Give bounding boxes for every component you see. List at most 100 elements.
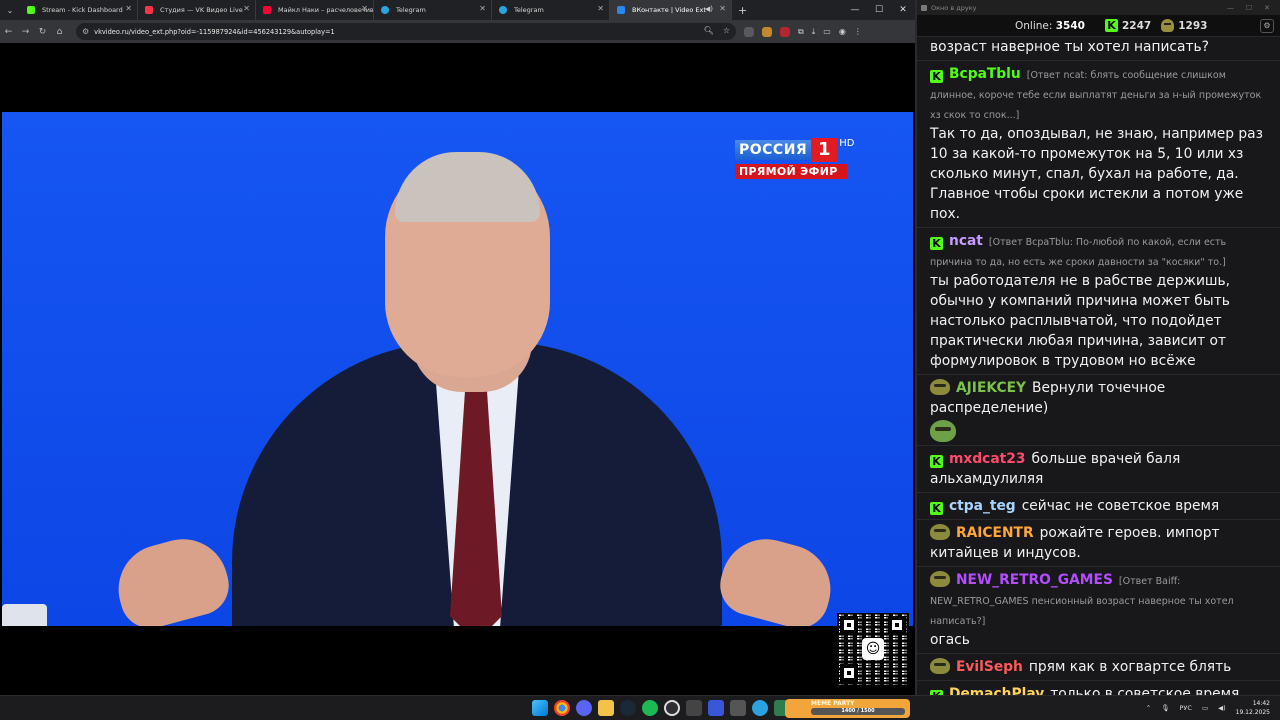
close-window-button[interactable]: ✕	[891, 5, 915, 15]
url-text[interactable]: vkvideo.ru/video_ext.php?oid=-115987924&…	[94, 28, 335, 36]
tab-kick-dashboard[interactable]: Stream - Kick Dashboard ✕	[20, 0, 138, 20]
tray-chevron-icon[interactable]: ⌃	[1146, 704, 1151, 712]
message-username[interactable]: ctpa_teg	[949, 498, 1016, 514]
extension-icon[interactable]	[744, 26, 754, 37]
tab-telegram-1[interactable]: Telegram ✕	[374, 0, 492, 20]
clock[interactable]: 14:42 19.12.2025	[1236, 699, 1270, 717]
start-button-icon[interactable]	[532, 700, 548, 716]
steam-icon[interactable]	[620, 700, 636, 716]
tab-title: Студия — VK Видео Live	[160, 6, 243, 14]
qr-finder	[888, 616, 906, 634]
close-tab-icon[interactable]: ✕	[361, 4, 368, 13]
chat-message: RAICENTR рожайте героев. импорт китайцев …	[917, 520, 1280, 567]
app-icon[interactable]	[708, 700, 724, 716]
close-button[interactable]: ✕	[1264, 4, 1270, 12]
close-tab-icon[interactable]: ✕	[243, 4, 250, 13]
chat-message: EvilSeph прям как в хогвартсе блять	[917, 654, 1280, 681]
app-icon[interactable]	[730, 700, 746, 716]
obs-icon[interactable]	[664, 700, 680, 716]
extension-icon[interactable]	[762, 26, 772, 37]
message-text: прям как в хогвартсе блять	[1028, 659, 1232, 675]
message-username[interactable]: DemachPlay	[949, 686, 1044, 695]
pepe-badge-icon	[930, 379, 950, 395]
video-player[interactable]: РОССИЯ 1 HD ПРЯМОЙ ЭФИР	[2, 112, 913, 626]
qr-finder	[840, 616, 858, 634]
kick-favicon-icon	[27, 6, 35, 14]
speaker-hand-left	[108, 529, 236, 626]
message-username[interactable]: mxdcat23	[949, 451, 1025, 467]
close-tab-icon[interactable]: ✕	[597, 4, 604, 13]
explorer-icon[interactable]	[598, 700, 614, 716]
close-tab-icon[interactable]: ✕	[479, 4, 486, 13]
address-bar[interactable]: ⚙ vkvideo.ru/video_ext.php?oid=-11598792…	[76, 23, 736, 40]
app-icon[interactable]	[686, 700, 702, 716]
close-tab-icon[interactable]: ✕	[125, 4, 132, 13]
sidebar-icon[interactable]: ▭	[823, 27, 831, 37]
toolbar: ← → ↻ ⌂ ⚙ vkvideo.ru/video_ext.php?oid=-…	[0, 20, 915, 43]
maximize-button[interactable]: ☐	[1246, 4, 1252, 12]
tab-telegram-2[interactable]: Telegram ✕	[492, 0, 610, 20]
message-text: Так то да, опоздывал, не знаю, например …	[930, 126, 1263, 222]
tab-vk-video-ext[interactable]: ВКонтакте | Video Ext ◀) ✕	[610, 0, 732, 20]
bookmark-star-icon[interactable]: ☆	[723, 26, 730, 35]
chrome-icon[interactable]	[554, 700, 570, 716]
download-icon[interactable]: ⤓	[812, 27, 816, 37]
chat-message: NEW_RETRO_GAMES [Ответ Baiff: NEW_RETRO_G…	[917, 567, 1280, 654]
tab-search-icon[interactable]: ⌄	[0, 0, 20, 20]
media-widget[interactable]: MEME PARTY 1400 / 1500	[785, 699, 910, 718]
site-info-icon[interactable]: ⚙	[82, 27, 89, 36]
speaker-icon[interactable]: ◀)	[705, 5, 713, 13]
taskbar-apps	[532, 700, 790, 716]
media-title: MEME PARTY	[811, 700, 855, 707]
tab-title: Telegram	[396, 6, 426, 14]
chat-message: AJIEKCEY Вернули точечное распределение)	[917, 375, 1280, 446]
microphone-icon[interactable]: 🎙︎	[1161, 704, 1169, 712]
volume-icon[interactable]: ◀)	[1218, 704, 1226, 712]
message-username[interactable]: ВсраТblu	[949, 66, 1021, 82]
message-username[interactable]: EvilSeph	[956, 659, 1023, 675]
message-username[interactable]: ncat	[949, 233, 983, 249]
tab-title: ВКонтакте | Video Ext	[632, 6, 706, 14]
profile-icon[interactable]: ◉	[839, 27, 846, 37]
hd-label: HD	[839, 138, 855, 149]
extension-icon[interactable]	[780, 26, 790, 37]
maximize-button[interactable]: ☐	[867, 5, 891, 15]
minimize-button[interactable]: —	[1227, 4, 1234, 12]
kick-counter: K 2247	[1104, 19, 1152, 32]
chat-window: Окно в друку — ☐ ✕ Online: 3540 K 2247 1…	[915, 0, 1280, 695]
tab-vk-studio[interactable]: Студия — VK Видео Live ✕	[138, 0, 256, 20]
viewer-stats: Online: 3540 K 2247 1293 ⚙	[917, 15, 1280, 37]
desktop: ⌄ Stream - Kick Dashboard ✕ Студия — VK …	[0, 0, 1280, 720]
reload-icon[interactable]: ↻	[34, 27, 51, 37]
forward-arrow-icon[interactable]: →	[17, 27, 34, 37]
spotify-icon[interactable]	[642, 700, 658, 716]
tab-youtube[interactable]: Майкл Наки – расчеловечивание ✕	[256, 0, 374, 20]
puzzle-extensions-icon[interactable]: ⧉	[798, 27, 804, 37]
taskbar: MEME PARTY 1400 / 1500 ⌃ 🎙︎ РУС ▭ ◀) 14:…	[0, 695, 1280, 720]
message-username[interactable]: RAICENTR	[956, 525, 1034, 541]
back-arrow-icon[interactable]: ←	[0, 27, 17, 37]
home-icon[interactable]: ⌂	[51, 27, 68, 37]
online-counter: Online: 3540	[1015, 20, 1085, 32]
network-icon[interactable]: ▭	[1202, 704, 1208, 712]
chat-message: Kncat [Ответ ВсраТblu: По-любой по какой,…	[917, 228, 1280, 375]
qr-finder	[840, 664, 858, 682]
close-tab-icon[interactable]: ✕	[719, 4, 726, 13]
tab-title: Telegram	[514, 6, 544, 14]
menu-dots-icon[interactable]: ⋮	[854, 27, 862, 37]
chat-messages[interactable]: возраст наверное ты хотел написать? K Вср…	[917, 37, 1280, 695]
second-count: 1293	[1178, 19, 1208, 32]
new-tab-button[interactable]: +	[732, 4, 753, 17]
clock-date: 19.12.2025	[1235, 709, 1270, 716]
discord-icon[interactable]	[576, 700, 592, 716]
language-indicator[interactable]: РУС	[1180, 704, 1192, 712]
zoom-icon[interactable]: 🔍︎	[704, 26, 714, 35]
settings-gear-icon[interactable]: ⚙	[1260, 19, 1274, 33]
online-count: 3540	[1055, 19, 1085, 32]
telegram-icon[interactable]	[752, 700, 768, 716]
kick-count: 2247	[1121, 19, 1152, 32]
message-username[interactable]: NEW_RETRO_GAMES	[956, 572, 1113, 588]
message-username[interactable]: AJIEKCEY	[956, 380, 1026, 396]
minimize-button[interactable]: —	[843, 5, 867, 15]
chat-message: Kmxdcat23 больше врачей баля альхамдулиля…	[917, 446, 1280, 493]
